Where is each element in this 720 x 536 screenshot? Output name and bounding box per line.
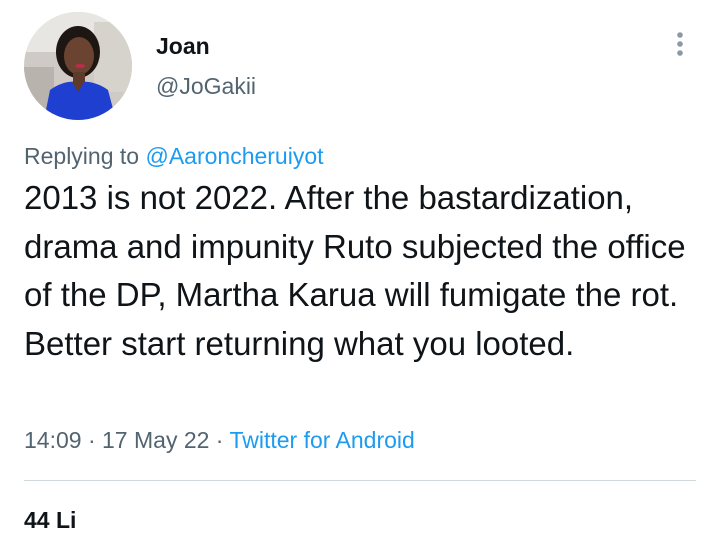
meta-separator: · <box>81 427 103 453</box>
meta-separator: · <box>209 427 230 453</box>
avatar[interactable] <box>24 12 132 120</box>
tweet-source-link[interactable]: Twitter for Android <box>229 427 414 453</box>
profile-photo-icon <box>24 12 132 120</box>
more-vertical-icon <box>677 32 683 56</box>
display-name[interactable]: Joan <box>156 30 210 62</box>
tweet-text: 2013 is not 2022. After the bastardizati… <box>24 179 686 362</box>
replying-to: Replying to @Aaroncheruiyot <box>24 140 324 172</box>
user-handle[interactable]: @JoGakii <box>156 70 256 102</box>
more-options-button[interactable] <box>662 26 698 62</box>
tweet-detail: Joan @JoGakii Replying to @Aaroncheruiyo… <box>0 0 720 533</box>
tweet-time[interactable]: 14:09 <box>24 427 82 453</box>
likes-count-partial[interactable]: 44 Li <box>24 504 76 536</box>
tweet-date[interactable]: 17 May 22 <box>102 427 209 453</box>
tweet-meta: 14:09 · 17 May 22 · Twitter for Android <box>24 424 415 456</box>
reply-target-link[interactable]: @Aaroncheruiyot <box>145 143 323 169</box>
divider <box>24 480 696 481</box>
replying-to-label: Replying to <box>24 143 146 169</box>
